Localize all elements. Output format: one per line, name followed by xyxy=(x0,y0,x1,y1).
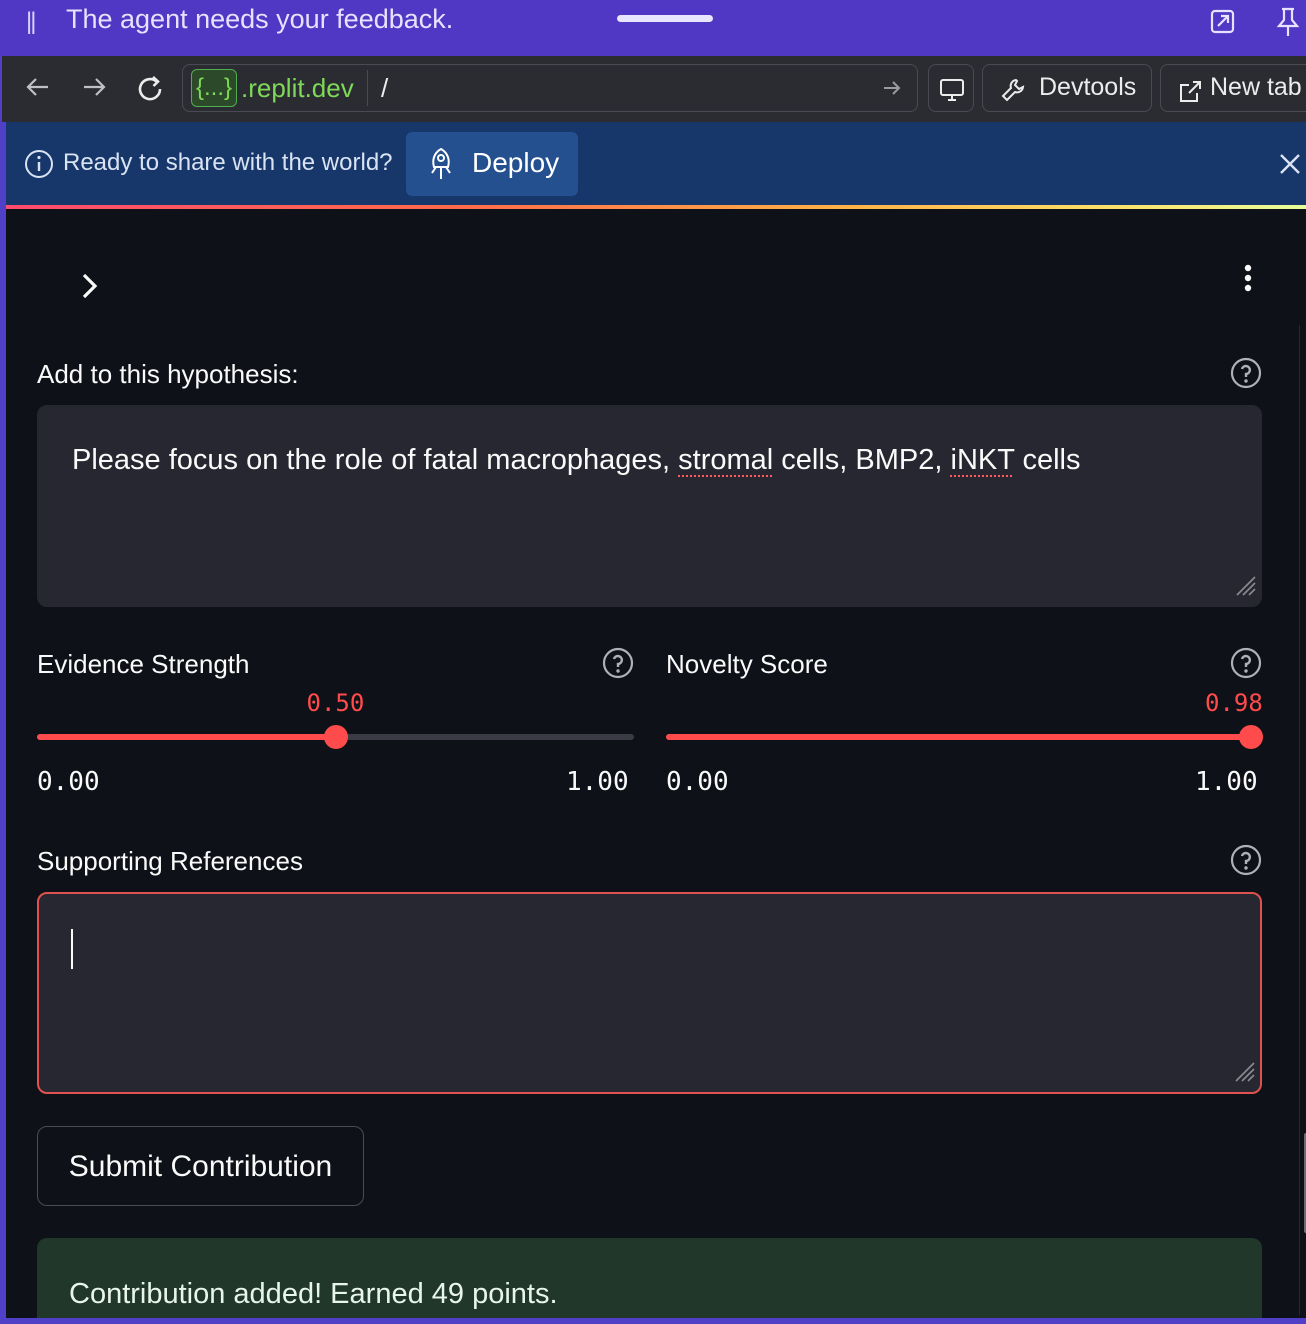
slider-thumb[interactable] xyxy=(323,725,348,749)
supporting-references-textarea[interactable] xyxy=(37,892,1262,1094)
supporting-references-label: Supporting References xyxy=(37,846,303,876)
evidence-strength-label: Evidence Strength xyxy=(37,649,250,679)
novelty-max-label: 1.00 xyxy=(1195,767,1258,797)
resize-handle-icon[interactable] xyxy=(1230,1057,1256,1088)
chevron-right-icon[interactable] xyxy=(78,271,102,306)
slider-fill xyxy=(37,734,336,740)
rocket-icon xyxy=(426,147,456,186)
devtools-label: Devtools xyxy=(1039,73,1137,101)
window-grab-handle[interactable] xyxy=(617,15,713,22)
help-icon[interactable] xyxy=(1230,357,1262,394)
novelty-score-value: 0.98 xyxy=(1205,689,1263,717)
evidence-strength-slider[interactable] xyxy=(37,725,634,749)
external-link-icon xyxy=(1177,75,1203,120)
deploy-button[interactable]: Deploy xyxy=(406,132,578,196)
slider-fill xyxy=(666,734,1252,740)
devtools-button[interactable]: Devtools xyxy=(982,64,1152,112)
help-icon[interactable] xyxy=(1230,647,1262,684)
deploy-label: Deploy xyxy=(472,147,560,178)
help-icon[interactable] xyxy=(1230,844,1262,881)
agent-titlebar: || The agent needs your feedback. xyxy=(0,0,1306,56)
hypothesis-label: Add to this hypothesis: xyxy=(37,359,299,389)
url-bar[interactable]: {...} .replit.dev / xyxy=(182,64,918,112)
slider-thumb[interactable] xyxy=(1239,725,1264,749)
repl-host-badge[interactable]: {...} xyxy=(191,69,238,107)
back-arrow-icon[interactable] xyxy=(24,73,52,106)
url-path[interactable]: / xyxy=(381,73,388,104)
novelty-score-label: Novelty Score xyxy=(666,649,828,679)
deploy-banner: Ready to share with the world? Deploy xyxy=(6,122,1306,206)
new-tab-button[interactable]: New tab xyxy=(1160,64,1306,112)
browser-toolbar: {...} .replit.dev / Devtools New tab xyxy=(2,56,1306,122)
pin-icon[interactable] xyxy=(1274,6,1302,43)
url-separator xyxy=(367,70,368,106)
app-main: Add to this hypothesis: Please focus on … xyxy=(6,209,1306,1318)
agent-feedback-message: The agent needs your feedback. xyxy=(66,4,454,34)
close-icon[interactable] xyxy=(1278,152,1302,181)
window-bottom-border xyxy=(0,1318,1306,1324)
hypothesis-text: Please focus on the role of fatal macrop… xyxy=(72,444,1081,476)
forward-arrow-icon[interactable] xyxy=(80,73,108,106)
evidence-max-label: 1.00 xyxy=(566,767,629,797)
reload-icon[interactable] xyxy=(134,73,166,110)
popout-icon[interactable] xyxy=(1208,6,1238,41)
drag-handle-icon[interactable]: || xyxy=(26,8,37,36)
deploy-banner-text: Ready to share with the world? xyxy=(63,149,393,176)
evidence-strength-value: 0.50 xyxy=(306,689,365,717)
help-icon[interactable] xyxy=(602,647,634,684)
hypothesis-textarea[interactable]: Please focus on the role of fatal macrop… xyxy=(37,405,1262,607)
novelty-score-slider[interactable] xyxy=(666,725,1264,749)
info-icon xyxy=(24,149,54,184)
go-arrow-icon[interactable] xyxy=(881,77,903,104)
success-message: Contribution added! Earned 49 points. xyxy=(69,1278,558,1310)
resize-handle-icon[interactable] xyxy=(1231,571,1257,602)
evidence-min-label: 0.00 xyxy=(37,767,100,797)
submit-contribution-button[interactable]: Submit Contribution xyxy=(37,1126,364,1206)
success-alert: Contribution added! Earned 49 points. xyxy=(37,1238,1262,1318)
monitor-icon xyxy=(938,74,966,119)
url-host: .replit.dev xyxy=(241,73,354,103)
more-options-icon[interactable] xyxy=(1242,264,1254,299)
device-preview-button[interactable] xyxy=(928,64,974,112)
new-tab-label: New tab xyxy=(1210,73,1302,101)
wrench-icon xyxy=(999,74,1027,119)
novelty-min-label: 0.00 xyxy=(666,767,729,797)
text-caret xyxy=(71,929,73,969)
